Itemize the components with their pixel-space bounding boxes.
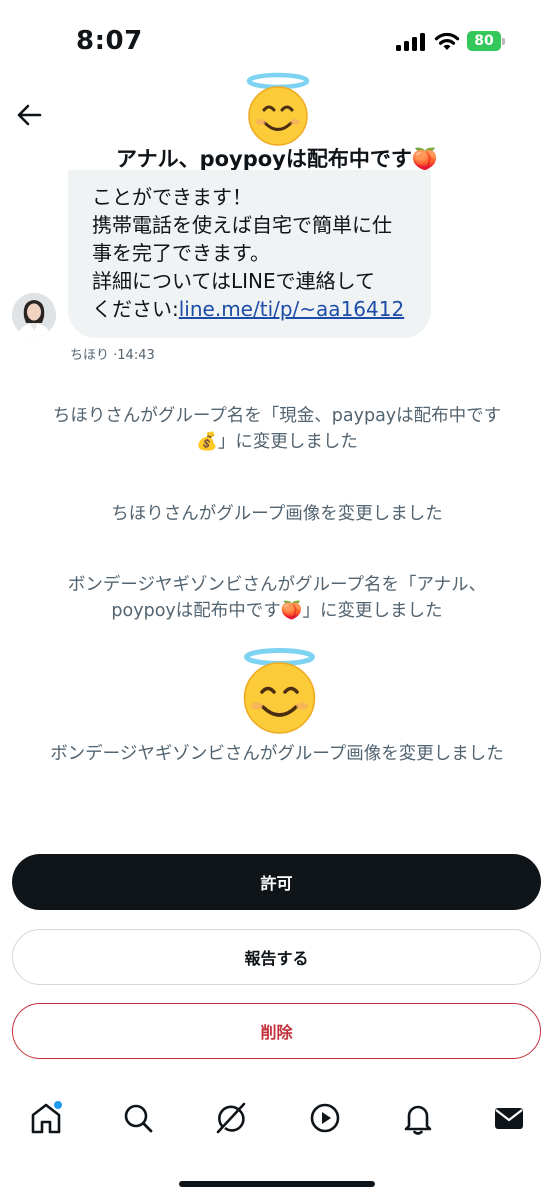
message-line-prefix: ください:	[92, 297, 179, 321]
sender-name: ちほり	[70, 348, 110, 363]
sender-avatar[interactable]	[12, 293, 56, 337]
report-button[interactable]: 報告する	[12, 929, 541, 985]
message-line: 事を完了できます。	[92, 241, 270, 265]
message-text: ことができます！ 携帯電話を使えば自宅で簡単に仕 事を完了できます。 詳細につい…	[92, 183, 422, 323]
grok-icon[interactable]	[213, 1100, 249, 1136]
video-icon[interactable]	[307, 1100, 343, 1136]
group-image-halo-emoji	[243, 648, 316, 734]
wifi-icon	[434, 32, 460, 50]
notifications-icon[interactable]	[400, 1100, 436, 1136]
event-group-renamed: ちほりさんがグループ名を「現金、paypayは配布中です 💰」に変更しました	[52, 406, 502, 452]
cellular-signal-icon	[396, 33, 426, 51]
message-line: 詳細についてはLINEで連絡して	[92, 269, 376, 293]
message-meta: ちほり ·14:43	[70, 344, 155, 363]
conversation-title[interactable]: アナル、poypoyは配布中です🍑	[0, 143, 554, 173]
event-group-image-changed: ちほりさんがグループ画像を変更しました	[111, 504, 443, 524]
battery-icon: 80	[467, 31, 505, 51]
back-arrow-icon[interactable]	[14, 100, 44, 130]
group-avatar-halo-emoji	[246, 72, 310, 146]
home-icon[interactable]	[28, 1100, 64, 1136]
status-time: 8:07	[76, 26, 143, 56]
line-link[interactable]: line.me/ti/p/~aa16412	[179, 297, 404, 321]
messages-icon[interactable]	[491, 1100, 527, 1136]
home-indicator[interactable]	[179, 1181, 375, 1187]
message-time: ·14:43	[113, 348, 155, 363]
event-group-image-changed: ボンデージヤギゾンビさんがグループ画像を変更しました	[50, 744, 504, 764]
delete-button[interactable]: 削除	[12, 1003, 541, 1059]
allow-button[interactable]: 許可	[12, 854, 541, 910]
battery-level: 80	[467, 31, 501, 51]
search-icon[interactable]	[120, 1100, 156, 1136]
message-line: ことができます！	[92, 185, 252, 209]
message-line: 携帯電話を使えば自宅で簡単に仕	[92, 213, 392, 237]
message-line: ください:line.me/ti/p/~aa16412	[92, 295, 422, 323]
event-group-renamed: ボンデージヤギゾンビさんがグループ名を「アナル、 poypoyは配布中です🍑」に…	[67, 575, 487, 621]
